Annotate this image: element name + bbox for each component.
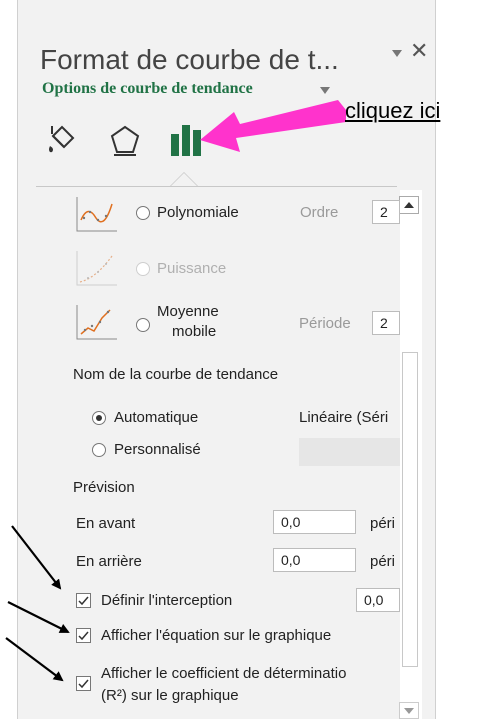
tabs-divider <box>36 186 397 187</box>
automatic-label[interactable]: Automatique <box>114 409 198 426</box>
intercept-label[interactable]: Définir l'interception <box>101 592 232 609</box>
power-label: Puissance <box>157 260 227 277</box>
show-equation-label[interactable]: Afficher l'équation sur le graphique <box>101 627 331 644</box>
forward-field[interactable]: 0,0 <box>273 510 356 534</box>
period-field[interactable]: 2 <box>372 311 400 335</box>
backward-field[interactable]: 0,0 <box>273 548 356 572</box>
show-r2-label-line2[interactable]: (R²) sur le graphique <box>101 687 239 704</box>
power-radio <box>136 262 150 276</box>
polynomial-label[interactable]: Polynomiale <box>157 204 239 221</box>
scroll-up-button[interactable] <box>399 196 419 214</box>
order-field[interactable]: 2 <box>372 200 400 224</box>
moving-average-thumbnail-icon <box>76 305 117 340</box>
forecast-heading: Prévision <box>73 479 135 496</box>
power-thumbnail-icon <box>76 251 117 286</box>
moving-average-radio[interactable] <box>136 318 150 332</box>
backward-label: En arrière <box>76 553 142 570</box>
pane-title: Format de courbe de t... <box>40 44 339 75</box>
show-r2-label-line1[interactable]: Afficher le coefficient de déterminatio <box>101 665 400 682</box>
scroll-down-button[interactable] <box>399 702 419 719</box>
scrollbar-thumb[interactable] <box>402 352 418 667</box>
section-title[interactable]: Options de courbe de tendance <box>42 80 253 98</box>
backward-unit: péri <box>370 553 396 570</box>
custom-radio[interactable] <box>92 443 106 457</box>
click-here-label: cliquez ici <box>345 98 441 123</box>
pink-arrow-icon <box>200 100 346 152</box>
custom-label[interactable]: Personnalisé <box>114 441 201 458</box>
annotation-arrows <box>5 525 70 682</box>
section-dropdown-icon[interactable] <box>320 87 330 94</box>
pane-options-dropdown-icon[interactable] <box>392 50 402 57</box>
polynomial-thumbnail-icon <box>76 197 117 232</box>
trendline-name-heading: Nom de la courbe de tendance <box>73 366 279 383</box>
close-icon[interactable]: ✕ <box>410 40 428 62</box>
moving-average-label-line1[interactable]: Moyenne <box>157 303 219 320</box>
automatic-radio[interactable] <box>92 411 106 425</box>
moving-average-label-line2[interactable]: mobile <box>172 323 216 340</box>
forward-label: En avant <box>76 515 136 532</box>
forward-unit: péri <box>370 515 396 532</box>
paint-bucket-icon[interactable] <box>44 122 78 156</box>
order-label: Ordre <box>300 204 339 221</box>
intercept-field[interactable]: 0,0 <box>356 588 400 612</box>
polynomial-radio[interactable] <box>136 206 150 220</box>
pentagon-icon[interactable] <box>108 124 142 158</box>
automatic-name-value: Linéaire (Séri <box>299 409 389 426</box>
custom-name-field <box>299 438 400 466</box>
period-label: Période <box>299 315 351 332</box>
